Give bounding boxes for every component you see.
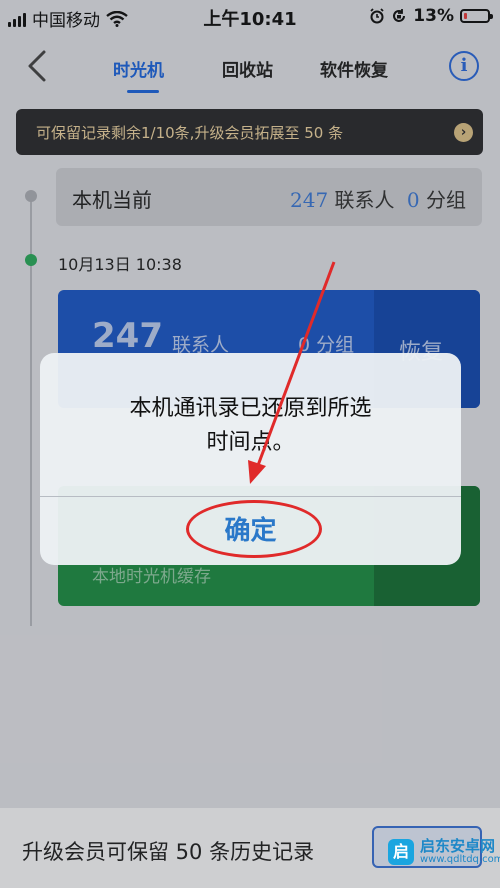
watermark-badge: 启 xyxy=(388,839,414,865)
dialog-message: 本机通讯录已还原到所选 时间点。 xyxy=(60,392,441,460)
dialog-message-line1: 本机通讯录已还原到所选 xyxy=(129,396,372,421)
watermark-logo: 启 启东安卓网 www.qdltdq.com xyxy=(388,838,500,866)
annotation-circle xyxy=(186,500,322,558)
watermark-url: www.qdltdq.com xyxy=(420,854,500,865)
watermark-title: 启东安卓网 xyxy=(420,837,496,855)
dialog-message-line2: 时间点。 xyxy=(206,430,295,455)
